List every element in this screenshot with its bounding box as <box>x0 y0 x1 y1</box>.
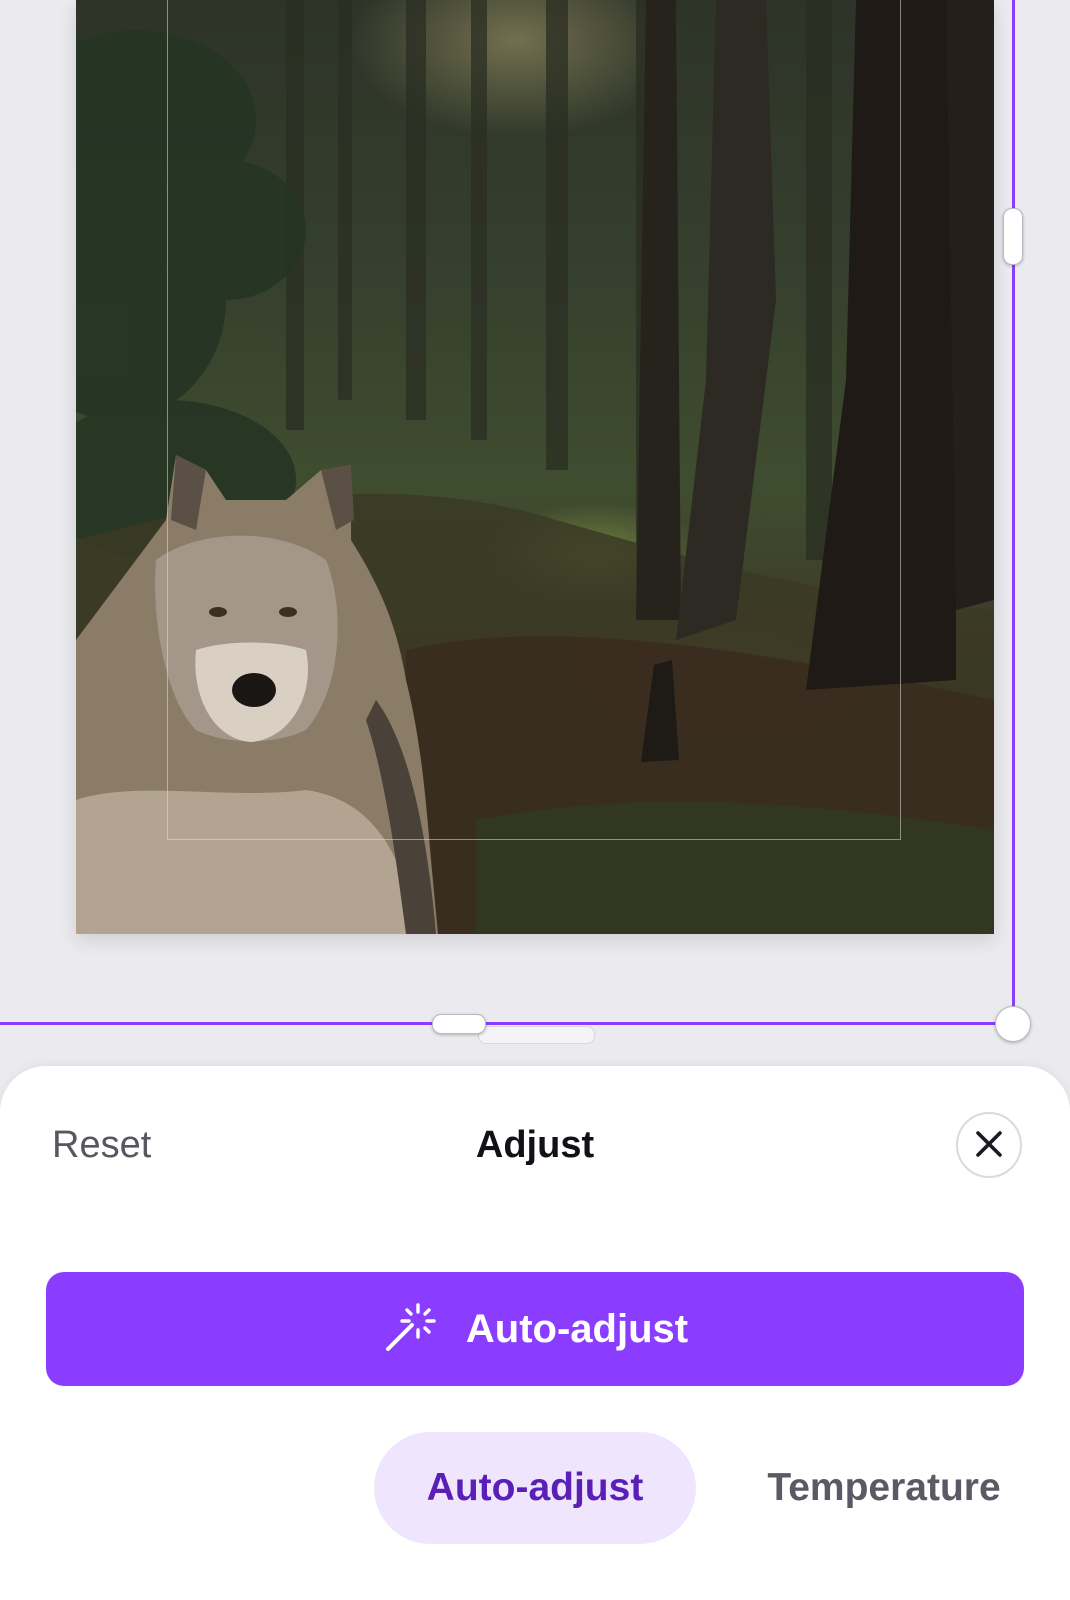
forest-scene-illustration <box>76 0 994 934</box>
auto-adjust-button-label: Auto-adjust <box>465 1306 689 1351</box>
resize-handle-bottom[interactable] <box>432 1014 486 1034</box>
magic-wand-icon <box>382 1301 436 1358</box>
resize-handle-right[interactable] <box>1003 208 1023 265</box>
panel-title: Adjust <box>475 1124 595 1166</box>
tab-auto-adjust[interactable]: Auto-adjust <box>374 1432 696 1544</box>
close-icon <box>974 1129 1004 1162</box>
canvas-scroll-handle[interactable] <box>478 1026 595 1044</box>
close-button[interactable] <box>956 1112 1022 1178</box>
resize-handle-corner[interactable] <box>995 1006 1031 1042</box>
selection-border-right <box>1012 0 1015 1024</box>
tab-temperature[interactable]: Temperature <box>726 1432 1042 1544</box>
forest-wolf-photo[interactable] <box>76 0 994 934</box>
auto-adjust-button[interactable]: Auto-adjust <box>46 1272 1024 1386</box>
selection-border-bottom <box>0 1022 1013 1025</box>
design-canvas[interactable] <box>0 0 1070 1060</box>
